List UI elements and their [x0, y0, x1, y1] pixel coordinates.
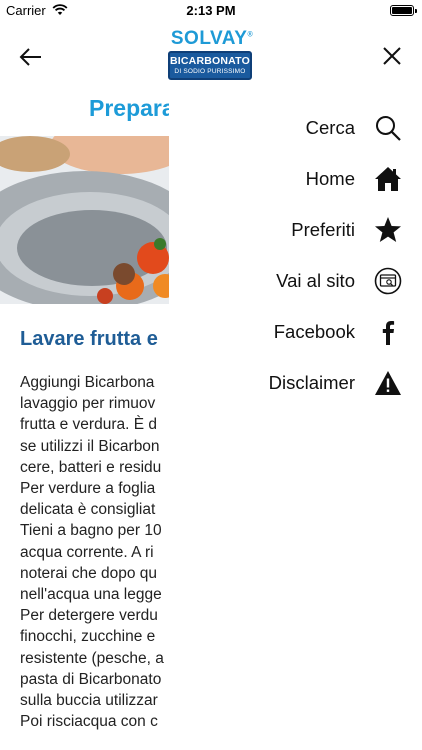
close-icon — [383, 47, 401, 65]
side-menu: Cerca Home Preferiti Vai al sito Faceboo… — [169, 86, 422, 750]
article-line: Tieni a bagno per 10 — [20, 522, 162, 540]
article-line: Poi risciacqua con c — [20, 713, 158, 731]
menu-item-facebook[interactable]: Facebook — [169, 312, 422, 352]
menu-item-label: Vai al sito — [276, 270, 355, 291]
article-line: acqua corrente. A ri — [20, 543, 154, 561]
home-icon — [374, 165, 402, 193]
facebook-icon — [374, 318, 402, 346]
menu-item-vai-al-sito[interactable]: Vai al sito — [169, 261, 422, 301]
article-line: Per detergere verdu — [20, 607, 158, 625]
warning-icon — [374, 369, 402, 397]
menu-item-cerca[interactable]: Cerca — [169, 108, 422, 148]
menu-item-label: Disclaimer — [268, 372, 355, 393]
article-title: Prepara — [89, 95, 169, 121]
arrow-left-icon — [19, 48, 41, 66]
close-menu-button[interactable] — [380, 44, 404, 68]
article-line: se utilizzi il Bicarbon — [20, 437, 160, 455]
article-subtitle: Lavare frutta e — [20, 328, 158, 350]
clock: 2:13 PM — [186, 3, 236, 18]
article-line: Aggiungi Bicarbona — [20, 374, 155, 391]
status-bar: Carrier 2:13 PM — [0, 0, 422, 22]
article-line: frutta e verdura. È d — [20, 416, 157, 434]
article-line: delicata è consigliat — [20, 501, 156, 519]
menu-item-label: Home — [305, 168, 355, 189]
logo-line2: DI SODIO PURISSIMO — [174, 68, 246, 75]
menu-item-label: Preferiti — [291, 219, 355, 240]
battery-icon — [390, 5, 417, 16]
article-line: finocchi, zucchine e — [20, 628, 156, 646]
menu-item-preferiti[interactable]: Preferiti — [169, 210, 422, 250]
article-line: resistente (pesche, a — [20, 649, 164, 667]
logo-line1: BICARBONATO — [170, 55, 250, 67]
article-line: nell'acqua una legge — [20, 586, 162, 604]
back-button[interactable] — [18, 44, 44, 70]
article-line: lavaggio per rimuov — [20, 395, 156, 413]
article-content: Prepara Lavare frutta e Aggiungi Bicarbo… — [0, 86, 169, 750]
logo-brand: SOLVAY® — [170, 28, 254, 49]
menu-item-disclaimer[interactable]: Disclaimer — [169, 363, 422, 403]
logo-badge: BICARBONATO DI SODIO PURISSIMO — [168, 51, 252, 80]
star-icon — [374, 216, 402, 244]
menu-item-label: Cerca — [305, 117, 355, 138]
article-line: sulla buccia utilizzar — [20, 692, 158, 710]
article-photo — [0, 118, 169, 311]
article-text: Aggiungi Bicarbona lavaggio per rimuov fru… — [20, 372, 169, 732]
solvay-logo: SOLVAY® BICARBONATO DI SODIO PURISSIMO — [168, 28, 256, 82]
article-line: cere, batteri e residu — [20, 458, 162, 476]
menu-item-home[interactable]: Home — [169, 159, 422, 199]
article-line: Per verdure a foglia — [20, 480, 156, 498]
article-line: pasta di Bicarbonato — [20, 670, 162, 688]
website-icon — [374, 267, 402, 295]
menu-item-label: Facebook — [273, 321, 355, 342]
article-line: noterai che dopo qu — [20, 564, 158, 582]
search-icon — [374, 114, 402, 142]
